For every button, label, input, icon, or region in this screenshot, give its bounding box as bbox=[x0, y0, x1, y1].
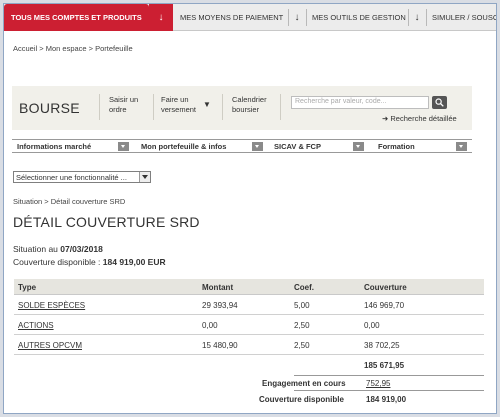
breadcrumb: Accueil > Mon espace > Portefeuille bbox=[13, 44, 133, 53]
engagement-label: Engagement en cours bbox=[262, 379, 346, 388]
feature-select[interactable]: Sélectionner une fonctionnalité ... bbox=[13, 171, 151, 183]
category-bar: Informations marché Mon portefeuille & i… bbox=[12, 139, 472, 153]
divider bbox=[294, 390, 484, 391]
row-montant: 15 480,90 bbox=[202, 341, 238, 350]
available-value: 184 919,00 bbox=[366, 395, 407, 404]
col-montant: Montant bbox=[202, 283, 234, 292]
page-title: DÉTAIL COUVERTURE SRD bbox=[13, 214, 200, 230]
situation-label: Situation au bbox=[13, 244, 61, 254]
col-coef: Coef. bbox=[294, 283, 314, 292]
situation-date: 07/03/2018 bbox=[60, 244, 103, 254]
cat-mon-portefeuille[interactable]: Mon portefeuille & infos bbox=[141, 142, 226, 151]
tab-tous-mes-comptes[interactable]: TOUS MES COMPTES ET PRODUITS bbox=[4, 4, 149, 31]
bourse-banner: BOURSE Saisir un ordre Faire un versemen… bbox=[12, 86, 472, 130]
row-coef: 2,50 bbox=[294, 321, 310, 330]
chevron-down-icon[interactable]: ↓ bbox=[410, 4, 424, 31]
table-row: SOLDE ESPÈCES 29 393,94 5,00 146 969,70 bbox=[14, 296, 484, 315]
row-couverture: 38 702,25 bbox=[364, 341, 400, 350]
col-couverture: Couverture bbox=[364, 283, 407, 292]
row-montant: 29 393,94 bbox=[202, 301, 238, 310]
chevron-down-icon[interactable]: ▼ bbox=[203, 100, 211, 110]
divider bbox=[294, 375, 484, 376]
calendar-line2: boursier bbox=[232, 105, 260, 114]
row-type-link[interactable]: ACTIONS bbox=[18, 321, 54, 330]
row-type-link[interactable]: AUTRES OPCVM bbox=[18, 341, 82, 350]
dropdown-arrow-icon[interactable] bbox=[118, 142, 129, 151]
nav-separator bbox=[306, 9, 307, 26]
saisir-ordre-link[interactable]: Saisir un ordre bbox=[109, 95, 138, 115]
table-row: AUTRES OPCVM 15 480,90 2,50 38 702,25 bbox=[14, 336, 484, 355]
search-input[interactable]: Recherche par valeur, code... bbox=[291, 96, 429, 109]
situation-line: Situation au 07/03/2018 bbox=[13, 244, 103, 254]
breadcrumb-situation: Situation > Détail couverture SRD bbox=[13, 197, 126, 206]
engagement-link[interactable]: 752,95 bbox=[366, 379, 390, 388]
search-button[interactable] bbox=[432, 96, 447, 109]
row-coef: 5,00 bbox=[294, 301, 310, 310]
cat-informations-marche[interactable]: Informations marché bbox=[17, 142, 91, 151]
browser-frame: TOUS MES COMPTES ET PRODUITS ↓ MES MOYEN… bbox=[3, 3, 497, 414]
tab-simuler-souscrire[interactable]: SIMULER / SOUSCRIRE bbox=[432, 4, 496, 31]
subtotal-value: 185 671,95 bbox=[364, 361, 405, 370]
calendar-line1: Calendrier bbox=[232, 95, 267, 104]
arrow-right-icon: ➜ bbox=[382, 114, 389, 123]
row-couverture: 0,00 bbox=[364, 321, 380, 330]
banner-separator bbox=[99, 94, 100, 120]
available-label: Couverture disponible bbox=[259, 395, 344, 404]
banner-separator bbox=[280, 94, 281, 120]
table-row: ACTIONS 0,00 2,50 0,00 bbox=[14, 316, 484, 335]
col-type: Type bbox=[18, 283, 37, 292]
saisir-ordre-line2: ordre bbox=[109, 105, 127, 114]
saisir-ordre-line1: Saisir un bbox=[109, 95, 139, 104]
coverage-label: Couverture disponible : bbox=[13, 257, 103, 267]
faire-versement-link[interactable]: Faire un versement bbox=[161, 95, 196, 115]
tab-moyens-paiement[interactable]: MES MOYENS DE PAIEMENT bbox=[180, 4, 283, 31]
versement-line2: versement bbox=[161, 105, 197, 114]
versement-line1: Faire un bbox=[161, 95, 189, 104]
chevron-down-icon[interactable]: ↓ bbox=[290, 4, 304, 31]
calendrier-boursier-link[interactable]: Calendrier boursier bbox=[232, 95, 267, 115]
dropdown-arrow-icon[interactable] bbox=[353, 142, 364, 151]
subtotal-row: 185 671,95 bbox=[14, 356, 484, 374]
banner-separator bbox=[153, 94, 154, 120]
table-header: Type Montant Coef. Couverture bbox=[14, 279, 484, 295]
top-navigation: TOUS MES COMPTES ET PRODUITS ↓ MES MOYEN… bbox=[4, 4, 496, 31]
dropdown-arrow-icon[interactable] bbox=[252, 142, 263, 151]
advanced-search-link[interactable]: ➜ Recherche détaillée bbox=[382, 114, 457, 123]
nav-separator bbox=[288, 9, 289, 26]
nav-separator bbox=[408, 9, 409, 26]
bourse-title: BOURSE bbox=[19, 100, 80, 116]
row-couverture: 146 969,70 bbox=[364, 301, 405, 310]
row-coef: 2,50 bbox=[294, 341, 310, 350]
chevron-down-icon[interactable]: ↓ bbox=[149, 4, 173, 31]
chevron-down-icon[interactable] bbox=[139, 172, 150, 182]
feature-select-value: Sélectionner une fonctionnalité ... bbox=[16, 173, 127, 182]
row-type-link[interactable]: SOLDE ESPÈCES bbox=[18, 301, 85, 310]
tab-outils-gestion[interactable]: MES OUTILS DE GESTION bbox=[312, 4, 406, 31]
search-icon bbox=[435, 98, 444, 107]
cat-sicav-fcp[interactable]: SICAV & FCP bbox=[274, 142, 321, 151]
row-montant: 0,00 bbox=[202, 321, 218, 330]
dropdown-arrow-icon[interactable] bbox=[456, 142, 467, 151]
coverage-line: Couverture disponible : 184 919,00 EUR bbox=[13, 257, 166, 267]
banner-separator bbox=[222, 94, 223, 120]
coverage-value: 184 919,00 EUR bbox=[102, 257, 166, 267]
advanced-search-label: Recherche détaillée bbox=[390, 114, 457, 123]
nav-separator bbox=[426, 9, 427, 26]
cat-formation[interactable]: Formation bbox=[378, 142, 415, 151]
